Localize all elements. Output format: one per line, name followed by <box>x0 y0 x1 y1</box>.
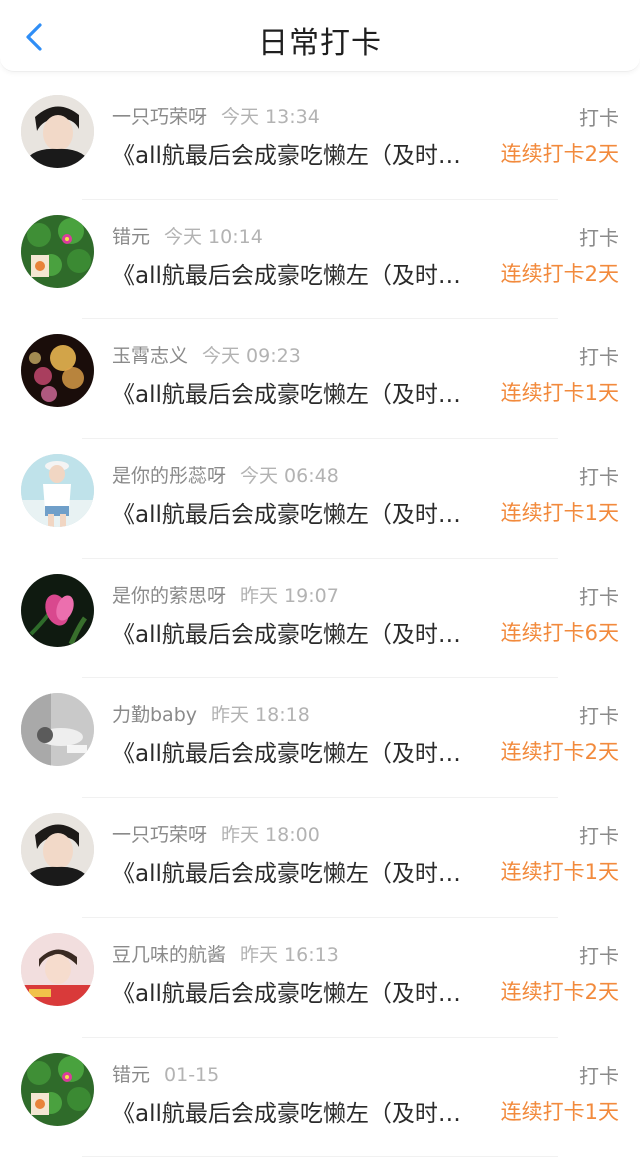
list-item[interactable]: 错元 01-15 打卡 《all航最后会成豪吃懒左（及时… 连续打卡1天 <box>0 1038 640 1158</box>
avatar-image <box>21 95 94 168</box>
list-item[interactable]: 力勤baby 昨天 18:18 打卡 《all航最后会成豪吃懒左（及时… 连续打卡… <box>0 678 640 799</box>
streak-label: 连续打卡1天 <box>500 501 619 526</box>
list-item[interactable]: 一只巧荣呀 昨天 18:00 打卡 《all航最后会成豪吃懒左（及时… 连续打卡1… <box>0 798 640 918</box>
avatar-image <box>21 693 94 767</box>
checkin-tag: 打卡 <box>579 225 619 250</box>
post-time: 今天 10:14 <box>164 225 263 248</box>
post-content[interactable]: 《all航最后会成豪吃懒左（及时… <box>112 495 482 529</box>
post-content[interactable]: 《all航最后会成豪吃懒左（及时… <box>112 136 482 170</box>
post-content[interactable]: 《all航最后会成豪吃懒左（及时… <box>112 734 482 768</box>
avatar-image <box>21 932 94 1006</box>
streak-label: 连续打卡1天 <box>500 860 619 885</box>
post-time: 01-15 <box>164 1063 220 1086</box>
streak-label: 连续打卡6天 <box>500 620 619 645</box>
streak-label: 连续打卡2天 <box>500 142 619 166</box>
checkin-list: 一只巧荣呀 今天 13:34 打卡 《all航最后会成豪吃懒左（及时… 连续打卡2… <box>0 80 640 1158</box>
top-bar: 日常打卡 <box>0 0 640 72</box>
post-time: 今天 13:34 <box>221 106 320 128</box>
post-time: 昨天 16:13 <box>240 943 339 966</box>
streak-label: 连续打卡1天 <box>500 1099 619 1124</box>
user-name[interactable]: 一只巧荣呀 <box>112 824 207 846</box>
post-content[interactable]: 《all航最后会成豪吃懒左（及时… <box>112 974 482 1008</box>
page-title: 日常打卡 <box>258 26 382 61</box>
avatar[interactable] <box>21 1052 94 1126</box>
post-time: 今天 09:23 <box>202 345 301 368</box>
checkin-tag: 打卡 <box>579 584 619 609</box>
avatar-image <box>21 214 94 288</box>
user-name[interactable]: 玉霄志义 <box>112 345 188 367</box>
streak-label: 连续打卡2天 <box>500 979 619 1004</box>
user-name[interactable]: 错元 <box>112 226 150 248</box>
streak-label: 连续打卡2天 <box>500 740 619 765</box>
list-item[interactable]: 一只巧荣呀 今天 13:34 打卡 《all航最后会成豪吃懒左（及时… 连续打卡2… <box>0 80 640 200</box>
list-item[interactable]: 玉霄志义 今天 09:23 打卡 《all航最后会成豪吃懒左（及时… 连续打卡1天 <box>0 319 640 440</box>
checkin-tag: 打卡 <box>579 465 619 490</box>
avatar[interactable] <box>21 813 94 887</box>
post-content[interactable]: 《all航最后会成豪吃懒左（及时… <box>112 615 482 649</box>
post-time: 昨天 19:07 <box>240 584 339 607</box>
post-content[interactable]: 《all航最后会成豪吃懒左（及时… <box>112 256 482 290</box>
checkin-tag: 打卡 <box>579 345 619 370</box>
avatar[interactable] <box>21 932 94 1006</box>
avatar-image <box>21 1052 94 1126</box>
avatar-image <box>21 573 94 647</box>
checkin-tag: 打卡 <box>579 106 619 130</box>
list-item[interactable]: 是你的彤蕊呀 今天 06:48 打卡 《all航最后会成豪吃懒左（及时… 连续打卡… <box>0 439 640 559</box>
divider <box>82 1156 558 1158</box>
list-item[interactable]: 错元 今天 10:14 打卡 《all航最后会成豪吃懒左（及时… 连续打卡2天 <box>0 200 640 320</box>
checkin-tag: 打卡 <box>579 1063 619 1088</box>
post-content[interactable]: 《all航最后会成豪吃懒左（及时… <box>112 375 482 409</box>
streak-label: 连续打卡2天 <box>500 261 619 286</box>
streak-label: 连续打卡1天 <box>500 381 619 406</box>
user-name[interactable]: 错元 <box>112 1064 150 1086</box>
avatar[interactable] <box>21 573 94 647</box>
checkin-tag: 打卡 <box>579 824 619 849</box>
checkin-tag: 打卡 <box>579 704 619 729</box>
post-time: 昨天 18:18 <box>211 704 310 727</box>
avatar[interactable] <box>21 454 94 528</box>
avatar[interactable] <box>21 693 94 767</box>
avatar-image <box>21 334 94 408</box>
avatar-image <box>21 454 94 528</box>
list-item[interactable]: 豆几味的航酱 昨天 16:13 打卡 《all航最后会成豪吃懒左（及时… 连续打卡… <box>0 918 640 1038</box>
user-name[interactable]: 是你的彤蕊呀 <box>112 465 226 487</box>
post-content[interactable]: 《all航最后会成豪吃懒左（及时… <box>112 854 482 888</box>
user-name[interactable]: 一只巧荣呀 <box>112 106 207 128</box>
user-name[interactable]: 是你的萦思呀 <box>112 585 226 607</box>
avatar[interactable] <box>21 334 94 408</box>
avatar[interactable] <box>21 95 94 168</box>
user-name[interactable]: 力勤baby <box>112 704 197 726</box>
checkin-tag: 打卡 <box>579 943 619 968</box>
post-time: 昨天 18:00 <box>221 824 320 847</box>
post-content[interactable]: 《all航最后会成豪吃懒左（及时… <box>112 1094 482 1128</box>
avatar-image <box>21 813 94 887</box>
post-time: 今天 06:48 <box>240 465 339 488</box>
list-item[interactable]: 是你的萦思呀 昨天 19:07 打卡 《all航最后会成豪吃懒左（及时… 连续打卡… <box>0 559 640 679</box>
avatar[interactable] <box>21 214 94 288</box>
user-name[interactable]: 豆几味的航酱 <box>112 944 226 966</box>
